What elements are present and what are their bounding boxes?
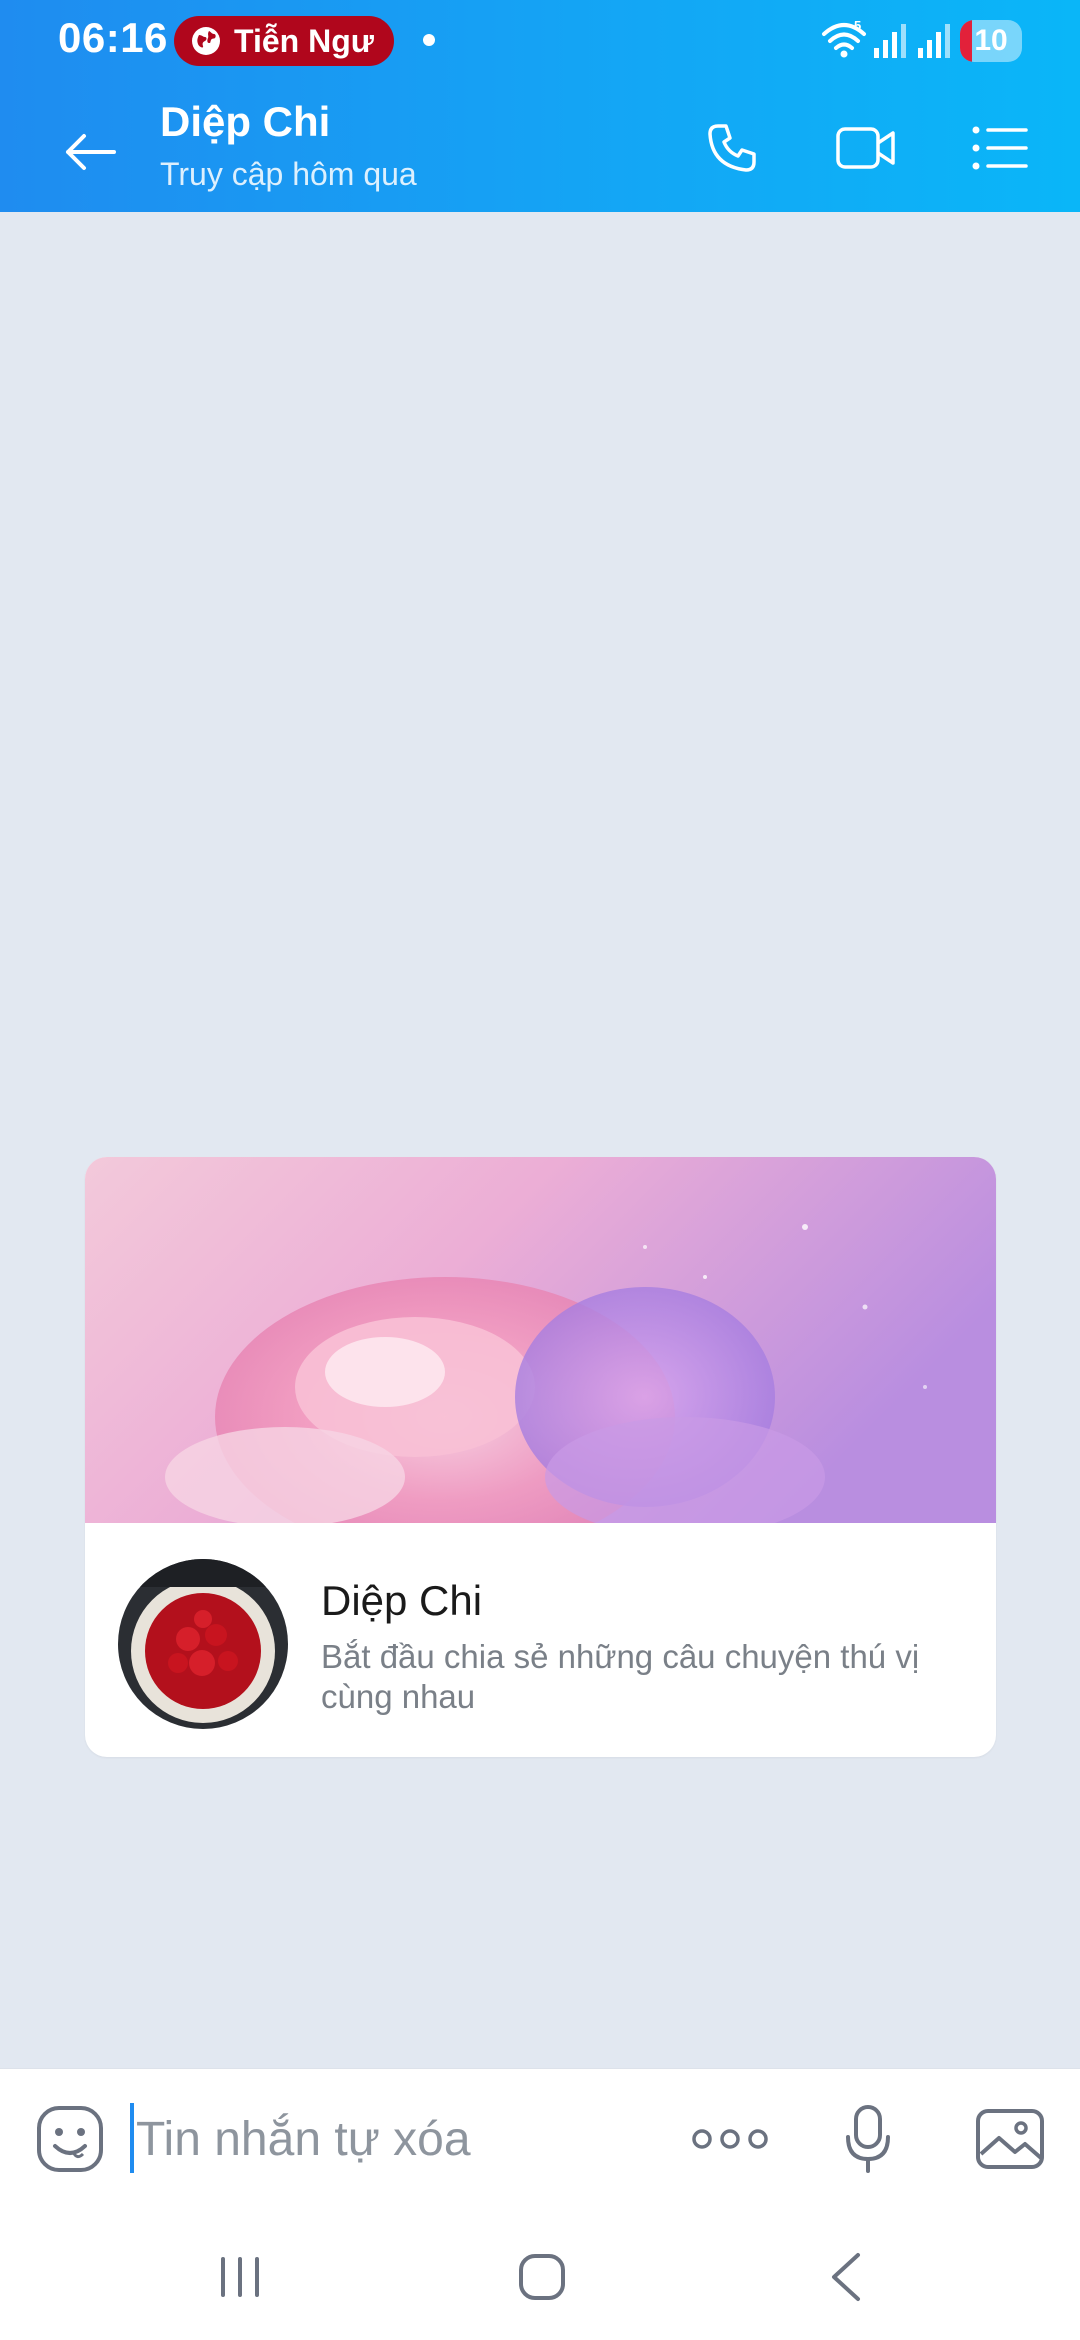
- system-navigation-bar: [0, 2214, 1080, 2340]
- system-back-button[interactable]: [806, 2244, 886, 2310]
- battery-indicator: 10: [960, 20, 1022, 62]
- contact-name[interactable]: Diệp Chi: [160, 98, 330, 146]
- notification-dot: [423, 34, 435, 46]
- more-options-button[interactable]: [686, 2109, 774, 2169]
- video-call-button[interactable]: [830, 112, 902, 184]
- contact-last-seen: Truy cập hôm qua: [160, 156, 417, 192]
- cover-image: [85, 1157, 996, 1523]
- voice-message-button[interactable]: [832, 2099, 904, 2179]
- chat-header: 06:16 Tiễn Ngư 5 10 Diệp Chi Truy cập hô…: [0, 0, 1080, 212]
- globe-icon: [192, 27, 220, 55]
- menu-list-icon: [972, 126, 1028, 170]
- app-bar: Diệp Chi Truy cập hôm qua: [0, 82, 1080, 212]
- signal-2-icon: [918, 24, 950, 58]
- voice-call-button[interactable]: [696, 112, 768, 184]
- contact-intro-card[interactable]: Diệp Chi Bắt đầu chia sẻ những câu chuyệ…: [85, 1157, 996, 1757]
- home-icon: [519, 2254, 565, 2300]
- more-options-icon: [692, 2129, 768, 2149]
- gallery-icon: [976, 2109, 1044, 2169]
- message-input[interactable]: [136, 2099, 656, 2179]
- intro-contact-name: Diệp Chi: [321, 1577, 483, 1624]
- chat-area[interactable]: Diệp Chi Bắt đầu chia sẻ những câu chuyệ…: [0, 212, 1080, 2068]
- message-composer: [0, 2068, 1080, 2214]
- avatar[interactable]: [118, 1559, 288, 1729]
- signal-1-icon: [874, 24, 906, 58]
- recent-apps-icon: [221, 2257, 259, 2297]
- back-icon: [832, 2253, 860, 2301]
- battery-level: 10: [974, 24, 1008, 57]
- chat-menu-button[interactable]: [964, 112, 1036, 184]
- system-status-icons: 5: [820, 18, 1080, 64]
- status-time: 06:16: [58, 14, 168, 61]
- avatar-image: [118, 1559, 288, 1729]
- text-caret: [130, 2103, 134, 2173]
- status-bar: 06:16 Tiễn Ngư 5 10: [0, 0, 1080, 82]
- recent-apps-button[interactable]: [200, 2244, 280, 2310]
- back-arrow-icon: [66, 134, 116, 170]
- phone-icon: [708, 124, 756, 172]
- back-button[interactable]: [48, 110, 132, 194]
- intro-description: Bắt đầu chia sẻ những câu chuyện thú vị …: [321, 1638, 920, 1715]
- wifi-icon: 5: [822, 18, 866, 58]
- notification-pill-label: Tiễn Ngư: [234, 22, 374, 59]
- notification-pill[interactable]: Tiễn Ngư: [174, 16, 394, 66]
- gallery-button[interactable]: [972, 2103, 1048, 2175]
- home-button[interactable]: [502, 2244, 582, 2310]
- network-badge: 5: [854, 18, 861, 33]
- video-call-icon: [836, 127, 895, 169]
- emoji-icon: [37, 2106, 103, 2172]
- emoji-button[interactable]: [34, 2103, 106, 2175]
- microphone-icon: [846, 2105, 890, 2173]
